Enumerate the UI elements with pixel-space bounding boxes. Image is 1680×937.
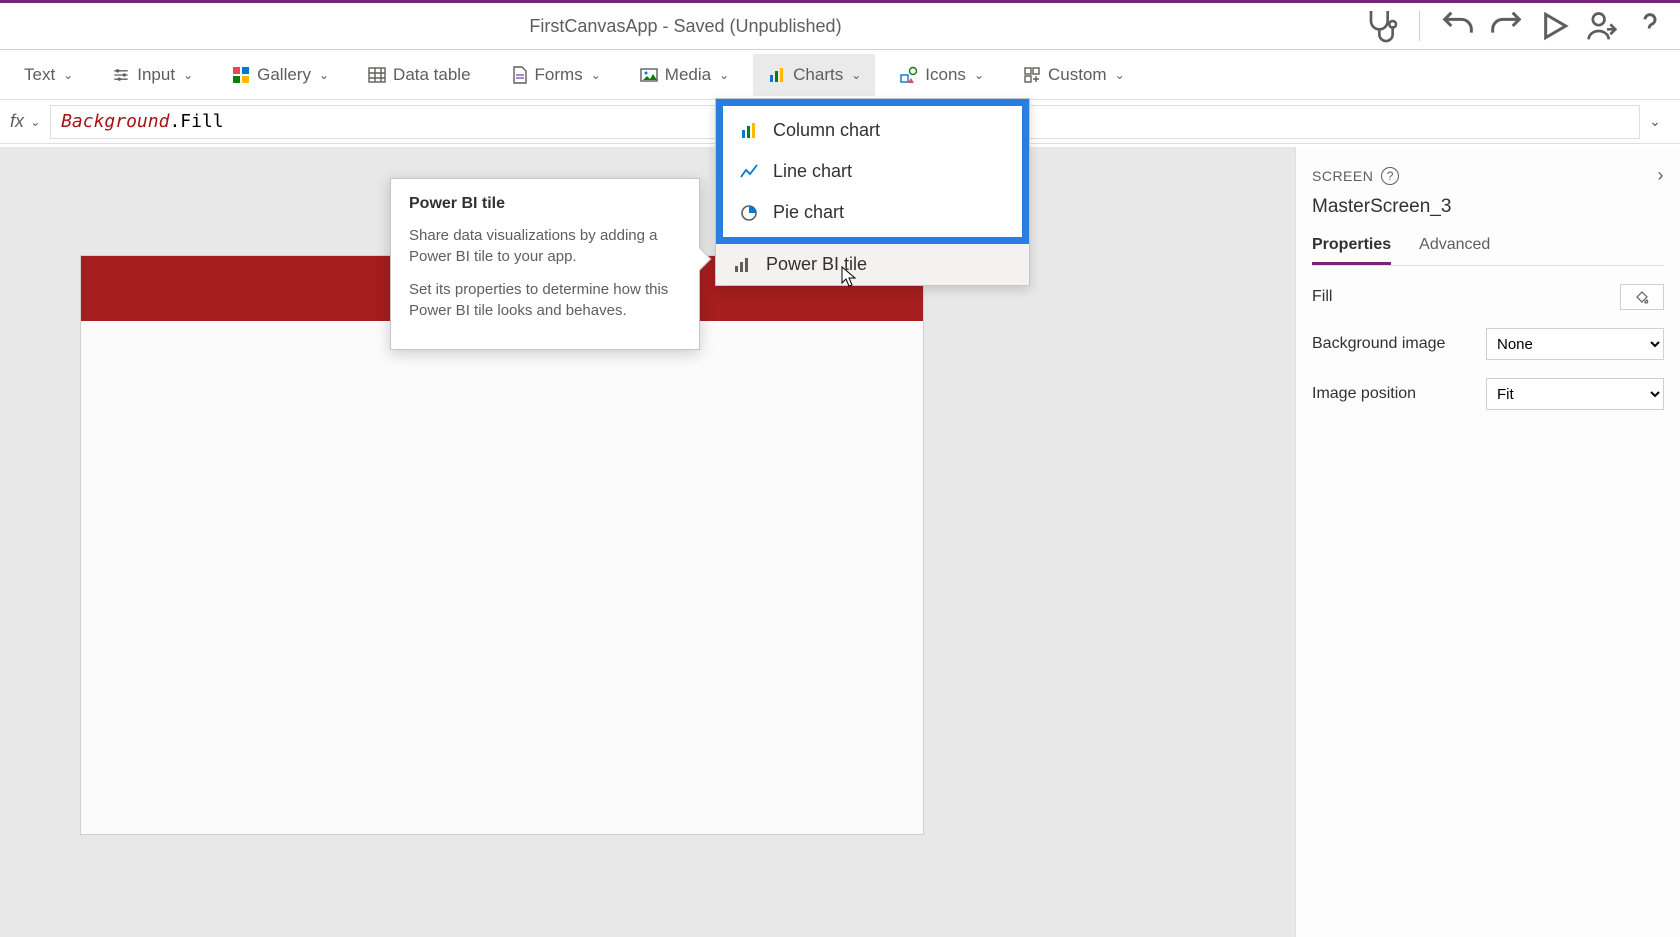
- app-title: FirstCanvasApp - Saved (Unpublished): [10, 16, 1361, 37]
- redo-button[interactable]: [1486, 6, 1526, 46]
- pie-chart-icon: [739, 203, 759, 223]
- play-icon: [1534, 6, 1574, 46]
- ribbon-custom[interactable]: Custom ⌄: [1008, 54, 1139, 96]
- tab-advanced[interactable]: Advanced: [1419, 236, 1490, 265]
- props-header: SCREEN ? ›: [1312, 165, 1664, 186]
- ribbon-media[interactable]: Media ⌄: [625, 54, 743, 96]
- tooltip-title: Power BI tile: [409, 195, 681, 213]
- dropdown-label: Pie chart: [773, 202, 844, 223]
- image-position-select[interactable]: Fit: [1486, 378, 1664, 410]
- props-tabs: Properties Advanced: [1312, 236, 1664, 266]
- chevron-down-icon: ⌄: [974, 68, 984, 82]
- stethoscope-icon: [1361, 6, 1401, 46]
- form-icon: [509, 65, 529, 85]
- ribbon-label: Forms: [535, 65, 583, 85]
- fx-label: fx: [10, 111, 24, 132]
- title-bar: FirstCanvasApp - Saved (Unpublished): [0, 0, 1680, 50]
- chart-icon: [767, 65, 787, 85]
- charts-highlight-group: Column chart Line chart Pie chart: [716, 99, 1029, 244]
- expand-panel-button[interactable]: ›: [1658, 165, 1665, 186]
- prop-image-position: Image position Fit: [1312, 378, 1664, 410]
- prop-label: Background image: [1312, 335, 1486, 353]
- tooltip-powerbi: Power BI tile Share data visualizations …: [390, 178, 700, 350]
- question-icon: [1630, 6, 1670, 46]
- tooltip-text: Set its properties to determine how this…: [409, 279, 681, 321]
- shapes-icon: [899, 65, 919, 85]
- powerbi-icon: [732, 255, 752, 275]
- divider: [1419, 11, 1420, 41]
- column-chart-icon: [739, 121, 759, 141]
- chevron-down-icon: ⌄: [1115, 68, 1125, 82]
- ribbon-label: Media: [665, 65, 711, 85]
- ribbon-label: Gallery: [257, 65, 311, 85]
- dropdown-column-chart[interactable]: Column chart: [723, 110, 1022, 151]
- health-check-button[interactable]: [1361, 6, 1401, 46]
- table-icon: [367, 65, 387, 85]
- ribbon-label: Custom: [1048, 65, 1107, 85]
- background-image-select[interactable]: None: [1486, 328, 1664, 360]
- formula-expand[interactable]: ⌄: [1640, 113, 1670, 130]
- dropdown-powerbi-tile[interactable]: Power BI tile: [716, 244, 1029, 285]
- dropdown-label: Column chart: [773, 120, 880, 141]
- gallery-icon: [231, 65, 251, 85]
- ribbon-icons[interactable]: Icons ⌄: [885, 54, 998, 96]
- dropdown-line-chart[interactable]: Line chart: [723, 151, 1022, 192]
- chevron-down-icon: ⌄: [183, 68, 193, 82]
- prop-label: Image position: [1312, 385, 1486, 403]
- component-icon: [1022, 65, 1042, 85]
- prop-label: Fill: [1312, 288, 1620, 306]
- properties-panel: SCREEN ? › MasterScreen_3 Properties Adv…: [1295, 147, 1680, 937]
- dropdown-label: Power BI tile: [766, 254, 867, 275]
- ribbon-forms[interactable]: Forms ⌄: [495, 54, 615, 96]
- chevron-down-icon: ⌄: [1649, 113, 1661, 129]
- ribbon-input[interactable]: Input ⌄: [97, 54, 207, 96]
- insert-ribbon: Text⌄ Input⌄ Gallery⌄ Data table Forms⌄ …: [0, 50, 1680, 100]
- prop-fill: Fill: [1312, 284, 1664, 310]
- fill-color-picker[interactable]: [1620, 284, 1664, 310]
- line-chart-icon: [739, 162, 759, 182]
- ribbon-datatable[interactable]: Data table: [353, 54, 485, 96]
- chevron-down-icon: ⌄: [319, 68, 329, 82]
- ribbon-label: Charts: [793, 65, 843, 85]
- formula-token: .Fill: [169, 111, 223, 132]
- props-section-label: SCREEN: [1312, 168, 1373, 184]
- chevron-down-icon: ⌄: [719, 68, 729, 82]
- chevron-down-icon: ⌄: [63, 68, 73, 82]
- tab-properties[interactable]: Properties: [1312, 236, 1391, 265]
- help-icon[interactable]: ?: [1381, 167, 1399, 185]
- chevron-down-icon: ⌄: [851, 68, 861, 82]
- person-share-icon: [1582, 6, 1622, 46]
- ribbon-label: Text: [24, 65, 55, 85]
- dropdown-label: Line chart: [773, 161, 852, 182]
- charts-dropdown: Column chart Line chart Pie chart Power …: [715, 98, 1030, 286]
- screen-name: MasterScreen_3: [1312, 196, 1664, 218]
- prop-background-image: Background image None: [1312, 328, 1664, 360]
- title-actions: [1361, 6, 1670, 46]
- ribbon-label: Icons: [925, 65, 966, 85]
- undo-icon: [1438, 6, 1478, 46]
- ribbon-charts[interactable]: Charts ⌄: [753, 54, 875, 96]
- paint-bucket-icon: [1634, 289, 1650, 305]
- chevron-down-icon: ⌄: [30, 115, 40, 129]
- ribbon-text[interactable]: Text ⌄: [10, 54, 87, 96]
- ribbon-label: Data table: [393, 65, 471, 85]
- play-button[interactable]: [1534, 6, 1574, 46]
- undo-button[interactable]: [1438, 6, 1478, 46]
- chevron-down-icon: ⌄: [591, 68, 601, 82]
- formula-token: Background: [61, 111, 169, 132]
- help-button[interactable]: [1630, 6, 1670, 46]
- fx-button[interactable]: fx ⌄: [10, 111, 50, 132]
- dropdown-pie-chart[interactable]: Pie chart: [723, 192, 1022, 233]
- image-icon: [639, 65, 659, 85]
- redo-icon: [1486, 6, 1526, 46]
- sliders-icon: [111, 65, 131, 85]
- ribbon-label: Input: [137, 65, 175, 85]
- share-button[interactable]: [1582, 6, 1622, 46]
- ribbon-gallery[interactable]: Gallery ⌄: [217, 54, 343, 96]
- tooltip-text: Share data visualizations by adding a Po…: [409, 225, 681, 267]
